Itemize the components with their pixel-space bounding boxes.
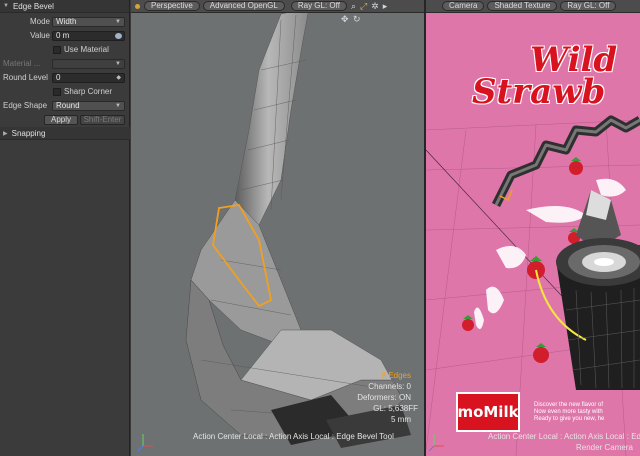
move-icon[interactable]: ✥: [341, 14, 349, 24]
sharp-corner-label: Sharp Corner: [64, 87, 113, 96]
use-material-label: Use Material: [64, 45, 109, 54]
dropdown-arrow-icon: ▼: [115, 18, 121, 25]
apply-shortcut-label: Shift-Enter: [80, 114, 125, 125]
viewport-menu-dot-icon[interactable]: [135, 3, 140, 9]
camera-action-center-status: Action Center Local : Action Axis Local …: [488, 432, 640, 441]
edge-shape-dropdown[interactable]: Round ▼: [52, 100, 125, 111]
channels-info: Channels: 0: [368, 382, 411, 391]
apply-button[interactable]: Apply: [44, 114, 78, 125]
ad-copy-line-1: Discover the new flavor of: [534, 402, 604, 408]
dropdown-arrow-icon: ▼: [115, 102, 121, 109]
mode-label: Mode: [29, 17, 50, 26]
ad-copy-line-2: Now even more tasty with: [534, 409, 603, 415]
selection-info: 8 Edges: [381, 371, 411, 380]
sharp-corner-checkbox[interactable]: [53, 87, 61, 96]
ad-copy-line-3: Ready to give you new, he: [534, 416, 605, 422]
mode-dropdown[interactable]: Width ▼: [52, 16, 125, 27]
perspective-view-button[interactable]: Perspective: [144, 1, 200, 11]
camera-viewport[interactable]: Wild Strawb moMilk Discover the new flav…: [426, 0, 640, 456]
gl-info: GL: 5,638FF: [373, 404, 418, 413]
round-level-label: Round Level: [3, 73, 48, 82]
snapping-title: Snapping: [11, 128, 46, 138]
animate-eye-icon[interactable]: [115, 32, 122, 39]
tool-properties-panel: ▼ Edge Bevel Mode Width ▼ Value 0 m Use …: [0, 0, 130, 456]
search-icon[interactable]: ⌕: [351, 1, 356, 11]
perspective-viewport[interactable]: Perspective Advanced OpenGL Ray GL: Off …: [131, 0, 424, 456]
stepper-arrows-icon[interactable]: ◆: [116, 74, 121, 82]
rotate-icon[interactable]: ↻: [353, 14, 361, 24]
render-camera-label: Render Camera: [576, 443, 633, 452]
maximize-icon[interactable]: ⤢: [360, 1, 367, 11]
material-label: Material ...: [3, 59, 41, 68]
momilk-logo: moMilk: [456, 392, 520, 432]
material-row: Material ... ▼: [0, 58, 130, 69]
edge-bevel-section-header[interactable]: ▼ Edge Bevel: [0, 0, 129, 13]
brand-name: moMilk: [457, 403, 519, 421]
camera-view-button[interactable]: Camera: [442, 1, 485, 11]
value-input[interactable]: 0 m: [52, 30, 125, 41]
edge-shape-value: Round: [56, 100, 80, 110]
use-material-row: Use Material: [0, 44, 130, 55]
ad-copy: Discover the new flavor of Now even more…: [534, 402, 604, 423]
snapping-section-header[interactable]: ▶ Snapping: [0, 127, 130, 140]
value-text: 0 m: [56, 30, 70, 40]
value-label: Value: [30, 31, 50, 40]
edge-shape-row: Edge Shape Round ▼: [0, 100, 130, 111]
grid-size-info: 5 mm: [391, 415, 411, 424]
raygl-button-right[interactable]: Ray GL: Off: [560, 1, 617, 11]
value-row: Value 0 m: [0, 30, 130, 41]
collapse-triangle-icon[interactable]: ▼: [3, 3, 9, 9]
sharp-corner-row: Sharp Corner: [0, 86, 130, 97]
perspective-viewport-toolbar: Perspective Advanced OpenGL Ray GL: Off …: [131, 0, 424, 13]
dropdown-arrow-icon: ▼: [115, 60, 121, 67]
mode-value: Width: [56, 16, 77, 26]
apply-row: Apply Shift-Enter: [0, 114, 130, 125]
advanced-opengl-button[interactable]: Advanced OpenGL: [202, 1, 285, 11]
round-level-value: 0: [56, 72, 61, 82]
edge-bevel-title: Edge Bevel: [12, 1, 54, 11]
shaded-texture-button[interactable]: Shaded Texture: [487, 1, 558, 11]
raygl-button-left[interactable]: Ray GL: Off: [290, 1, 347, 11]
use-material-checkbox[interactable]: [53, 45, 61, 54]
expand-triangle-icon[interactable]: ▶: [3, 130, 8, 137]
material-dropdown[interactable]: ▼: [52, 58, 125, 69]
ad-title-strawberry: Strawb: [472, 72, 606, 112]
round-level-input[interactable]: 0 ◆: [52, 72, 125, 83]
chevron-right-icon[interactable]: ▸: [383, 1, 388, 11]
deformers-info: Deformers: ON: [357, 393, 411, 402]
gear-icon[interactable]: ✲: [371, 1, 379, 11]
action-center-status: Action Center Local : Action Axis Local …: [193, 432, 394, 441]
round-level-row: Round Level 0 ◆: [0, 72, 130, 83]
camera-viewport-toolbar: Camera Shaded Texture Ray GL: Off: [426, 0, 640, 13]
edge-shape-label: Edge Shape: [3, 101, 48, 110]
mode-row: Mode Width ▼: [0, 16, 130, 27]
